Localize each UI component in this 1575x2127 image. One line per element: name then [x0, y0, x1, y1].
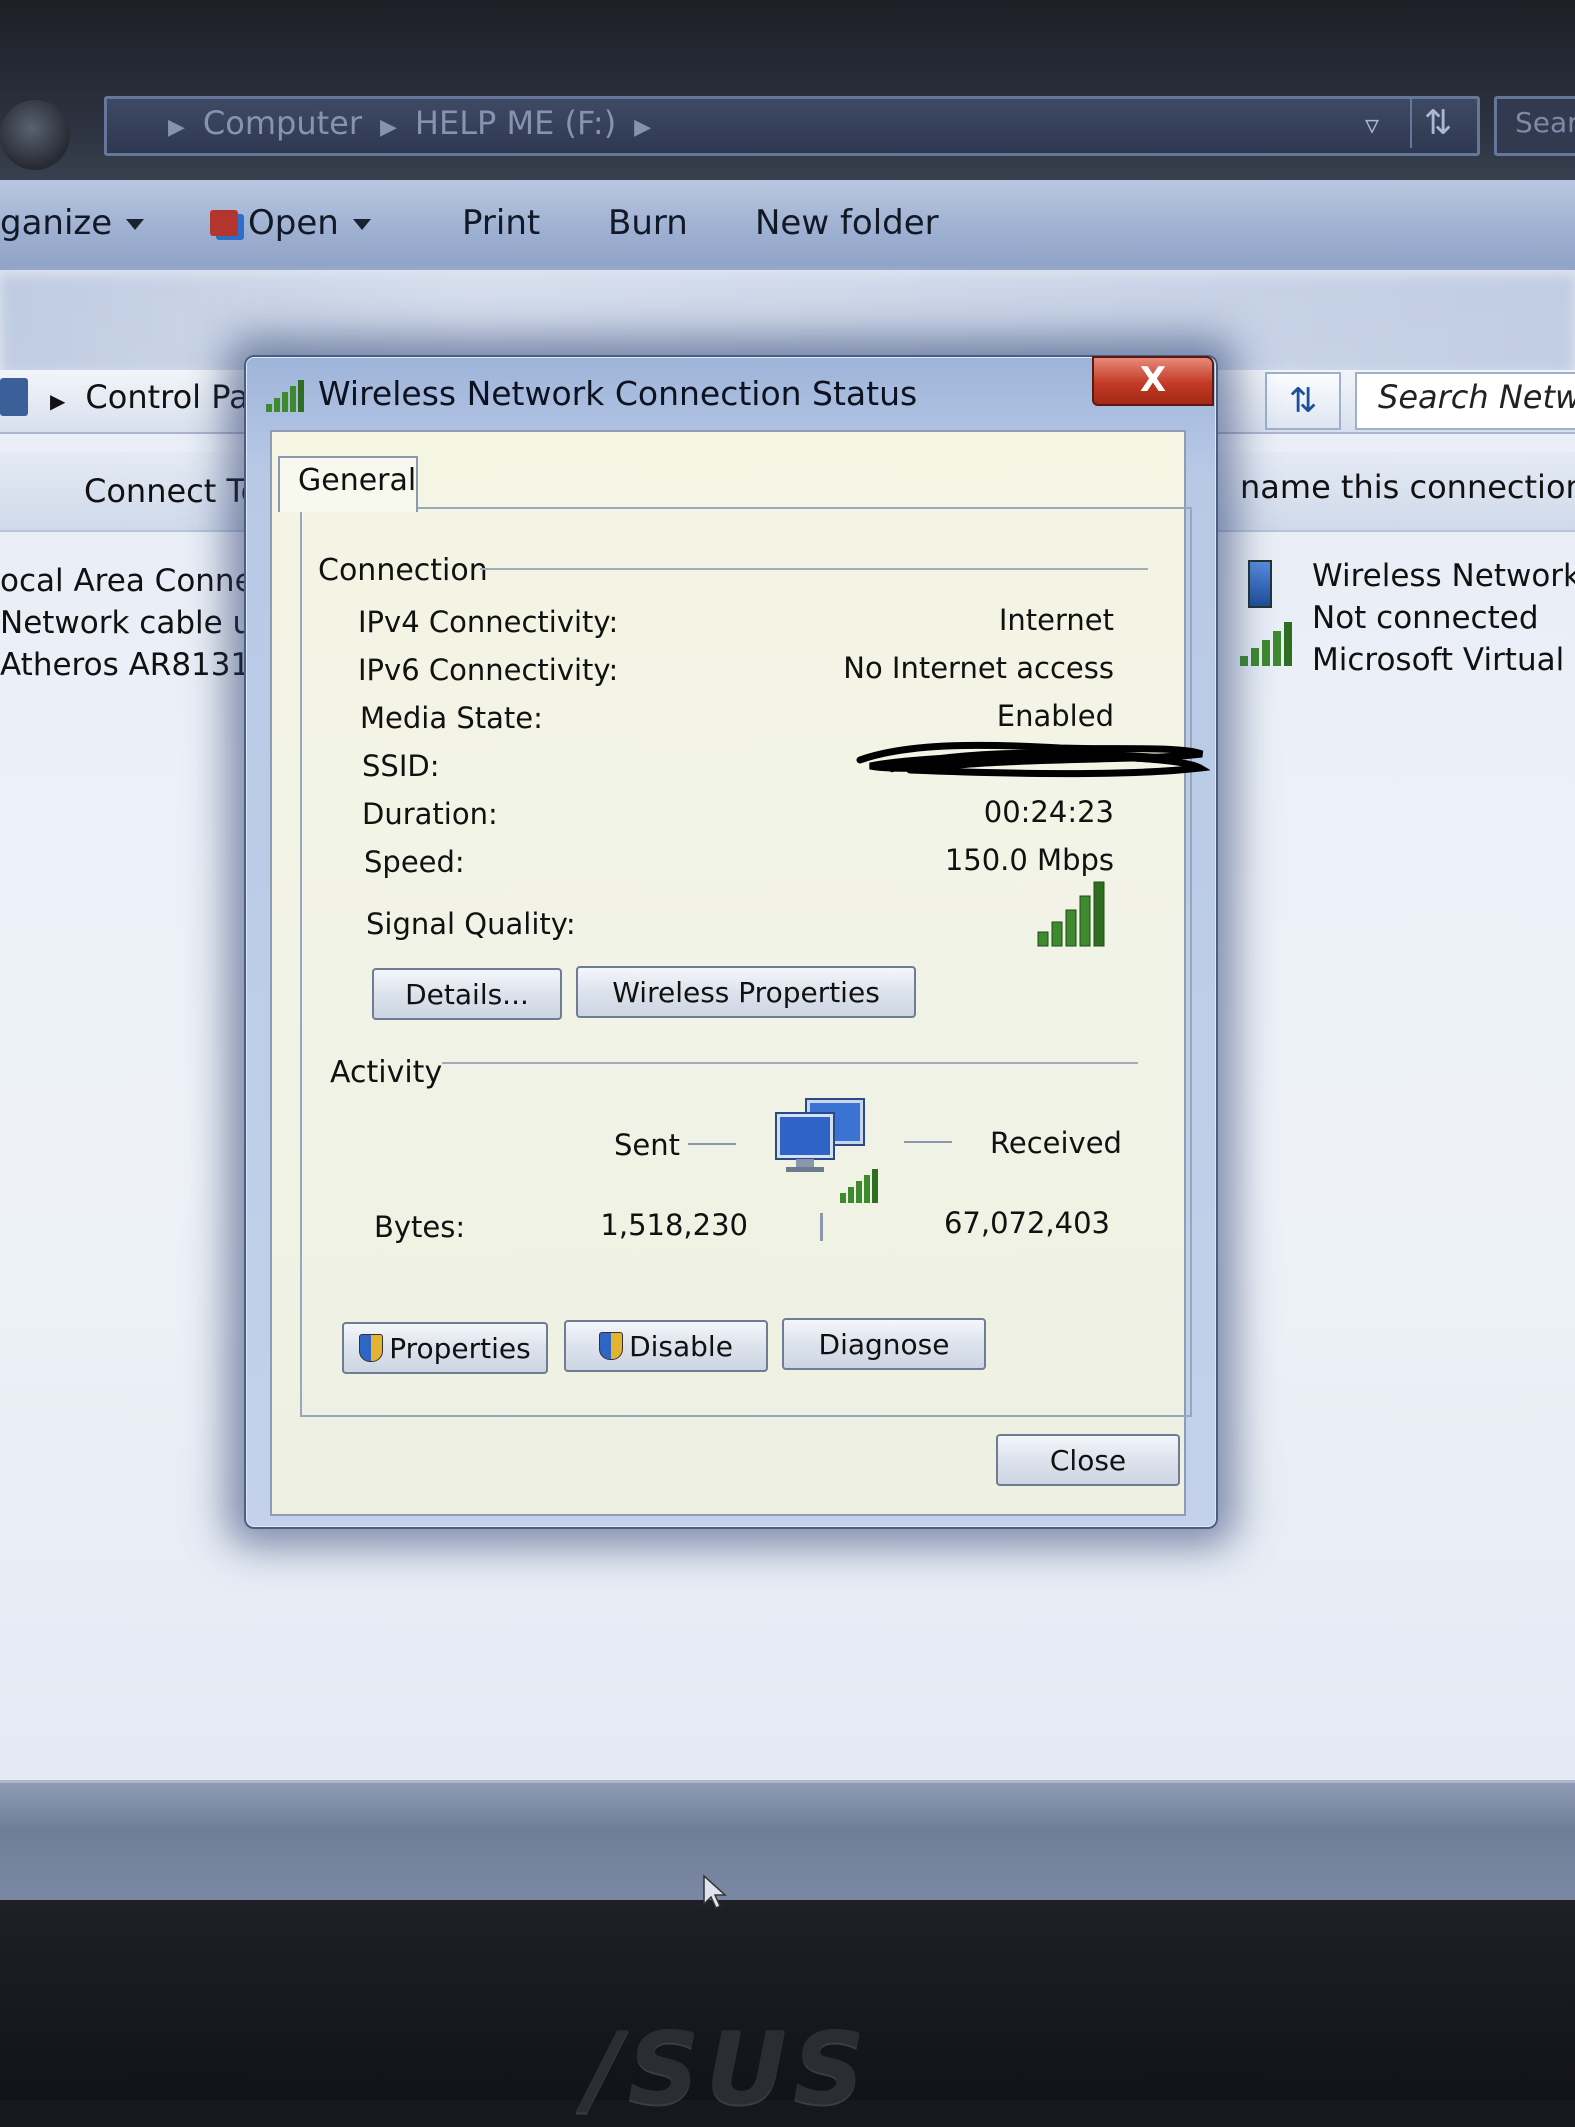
sent-label: Sent: [614, 1128, 681, 1162]
speed-label: Speed:: [364, 845, 465, 879]
group-divider: [480, 568, 1148, 570]
signal-quality-label: Signal Quality:: [366, 907, 576, 941]
speed-value: 150.0 Mbps: [944, 843, 1114, 877]
ipv4-value: Internet: [998, 603, 1114, 637]
rename-connection-button[interactable]: name this connection: [1240, 468, 1575, 506]
dialog-title: Wireless Network Connection Status: [318, 374, 918, 413]
bytes-received-value: 67,072,403: [943, 1206, 1110, 1240]
address-dropdown-icon[interactable]: ▿: [1365, 108, 1379, 141]
properties-button-label: Properties: [389, 1331, 531, 1365]
burn-button[interactable]: Burn: [608, 203, 688, 243]
ipv6-label: IPv6 Connectivity:: [358, 653, 619, 687]
refresh-icon[interactable]: ⇅: [1410, 98, 1464, 148]
close-button[interactable]: Close: [996, 1434, 1180, 1486]
print-button[interactable]: Print: [462, 203, 540, 243]
open-button[interactable]: Open: [210, 203, 371, 243]
connection-status: Not connected: [1312, 600, 1539, 636]
disable-button[interactable]: Disable: [564, 1320, 768, 1372]
chevron-right-icon: ▶: [634, 115, 652, 140]
duration-label: Duration:: [362, 797, 498, 831]
open-label: Open: [248, 203, 339, 243]
properties-button[interactable]: Properties: [342, 1322, 548, 1374]
ipv6-value: No Internet access: [843, 651, 1114, 685]
mouse-pointer-icon: [703, 1874, 727, 1910]
connect-to-button[interactable]: Connect To: [84, 472, 260, 510]
sent-connector-line: [688, 1143, 736, 1145]
dropdown-arrow-icon: [126, 219, 145, 230]
activity-connector-line: [820, 1213, 823, 1241]
wireless-properties-button[interactable]: Wireless Properties: [576, 966, 916, 1018]
dropdown-arrow-icon: [352, 219, 371, 230]
signal-bars-icon: [1240, 622, 1292, 666]
brand-logo: /SUS: [585, 2010, 871, 2127]
new-folder-button[interactable]: New folder: [755, 203, 939, 243]
organize-button[interactable]: ganize: [0, 203, 145, 243]
general-tab-panel: [300, 507, 1192, 1417]
wireless-adapter-icon: [1248, 560, 1272, 608]
network-computers-icon: [775, 1098, 878, 1203]
connection-name: Wireless Network C: [1312, 558, 1575, 594]
bytes-label: Bytes:: [374, 1210, 466, 1244]
organize-label: ganize: [0, 203, 113, 243]
chevron-right-icon: ▶: [168, 115, 185, 140]
chevron-right-icon: ▶: [380, 115, 397, 140]
control-panel-crumb-label: Control Pa: [85, 378, 249, 416]
uac-shield-icon: [599, 1331, 624, 1360]
ipv4-label: IPv4 Connectivity:: [358, 605, 619, 639]
network-search-placeholder: Search Networ: [1378, 378, 1575, 416]
bytes-sent-value: 1,518,230: [600, 1208, 748, 1242]
details-button[interactable]: Details...: [372, 968, 562, 1020]
received-label: Received: [990, 1126, 1122, 1160]
open-program-icon: [210, 210, 238, 236]
start-orb: [0, 100, 70, 170]
signal-quality-bars-icon: [1037, 881, 1105, 947]
received-connector-line: [904, 1141, 952, 1143]
connection-group-label: Connection: [318, 553, 488, 588]
disable-button-label: Disable: [629, 1329, 733, 1363]
close-icon[interactable]: X: [1092, 356, 1214, 406]
taskbar: [0, 1780, 1575, 1903]
top-search-placeholder: Sear: [1515, 106, 1575, 139]
breadcrumb-drive[interactable]: HELP ME (F:): [415, 104, 616, 142]
chevron-right-icon: ▶: [50, 389, 66, 413]
ssid-redaction-scribble: [856, 741, 1210, 777]
control-panel-icon: [0, 378, 28, 416]
tab-general-label: General: [298, 463, 417, 498]
ssid-label: SSID:: [362, 749, 440, 783]
wireless-network-connection-item[interactable]: Wireless Network C Not connected Microso…: [1312, 555, 1575, 681]
diagnose-button[interactable]: Diagnose: [782, 1318, 986, 1370]
wifi-signal-icon: [266, 380, 304, 412]
address-breadcrumb[interactable]: ▶ Computer ▶ HELP ME (F:) ▶: [150, 104, 669, 142]
media-state-label: Media State:: [360, 701, 543, 735]
breadcrumb-computer[interactable]: Computer: [203, 104, 362, 142]
activity-group-label: Activity: [330, 1055, 443, 1090]
nav-refresh-icon[interactable]: ⇅: [1265, 372, 1341, 430]
duration-value: 00:24:23: [983, 795, 1114, 829]
control-panel-breadcrumb[interactable]: ▶ Control Pa: [50, 378, 249, 416]
uac-shield-icon: [359, 1333, 384, 1362]
connection-device: Microsoft Virtual W: [1312, 642, 1575, 678]
media-state-value: Enabled: [996, 699, 1114, 733]
group-divider: [442, 1062, 1138, 1064]
